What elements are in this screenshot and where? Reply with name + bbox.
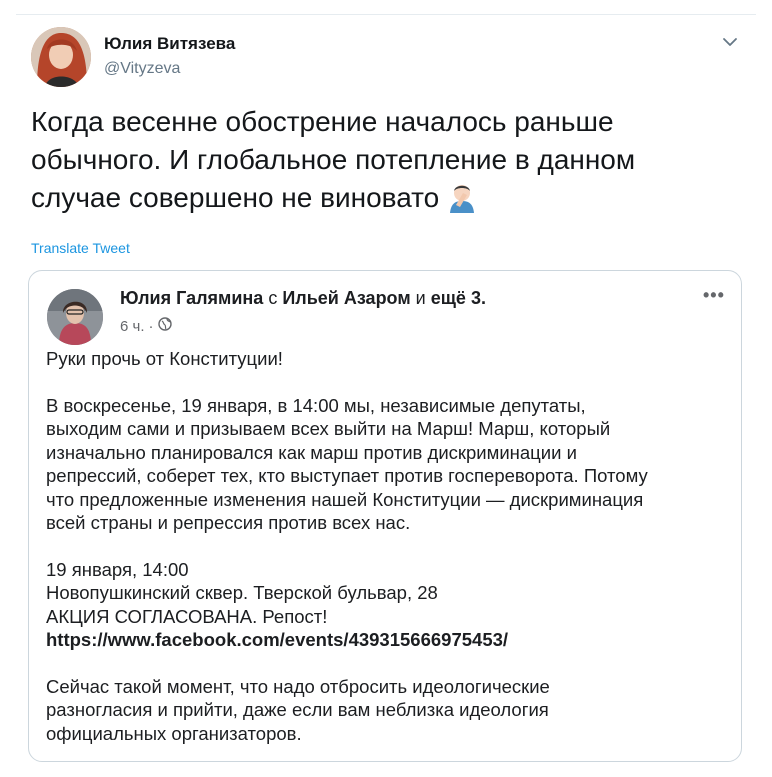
post-line: выходим сами и призываем всех выйти на М… (46, 418, 611, 439)
more-dots-icon[interactable]: ••• (703, 285, 725, 306)
post-author-name[interactable]: Юлия Галямина (120, 288, 263, 308)
post-line: Сейчас такой момент, что надо отбросить … (46, 675, 550, 697)
post-line: В воскресенье, 19 января, в 14:00 мы, не… (46, 394, 586, 416)
top-divider (16, 14, 756, 15)
post-line: разногласия и прийти, даже если вам небл… (46, 699, 549, 720)
post-paragraph-1: Руки прочь от Конституции! (46, 347, 726, 371)
author-handle[interactable]: @Vityzeva (104, 60, 180, 78)
tweet-text: Когда весенне обострение началось раньше… (31, 103, 731, 217)
tagged-others-label: ещё 3 (430, 288, 481, 308)
translate-tweet-link[interactable]: Translate Tweet (31, 240, 130, 256)
and-word: и (415, 288, 426, 308)
post-line: что предложенные изменения нашей Констит… (46, 488, 644, 510)
tagged-person[interactable]: Ильей Азаром (282, 288, 410, 308)
post-line: АКЦИЯ СОГЛАСОВАНА. Репост! (46, 605, 328, 627)
face-palm-emoji-icon (447, 181, 477, 213)
event-link[interactable]: https://www.facebook.com/events/43931566… (46, 629, 508, 650)
post-time[interactable]: 6 ч. (120, 318, 145, 335)
author-avatar[interactable] (31, 27, 91, 87)
post-line: Руки прочь от Конституции! (46, 348, 283, 369)
post-paragraph-2: В воскресенье, 19 января, в 14:00 мы, не… (46, 394, 726, 535)
post-paragraph-3: 19 января, 14:00 Новопушкинский сквер. Т… (46, 558, 726, 652)
post-line: репрессий, соберет тех, кто выступает пр… (46, 465, 648, 486)
chevron-down-icon[interactable] (719, 31, 741, 53)
post-line: всей страны и репрессия против всех нас. (46, 512, 411, 533)
author-name[interactable]: Юлия Витязева (104, 34, 235, 54)
with-word: с (268, 288, 278, 308)
tagged-others[interactable]: ещё 3. (431, 288, 486, 308)
globe-icon (157, 317, 172, 335)
post-body: Руки прочь от Конституции! В воскресенье… (46, 347, 726, 768)
meta-separator: · (148, 317, 154, 335)
post-header: Юлия Галямина с Ильей Азаром и ещё 3. (120, 288, 486, 309)
post-line: 19 января, 14:00 (46, 558, 189, 580)
tweet-text-content: Когда весенне обострение началось раньше… (31, 106, 636, 213)
post-line: Новопушкинский сквер. Тверской бульвар, … (46, 582, 438, 603)
post-paragraph-4: Сейчас такой момент, что надо отбросить … (46, 675, 726, 746)
post-author-avatar[interactable] (47, 289, 103, 345)
post-line: официальных организаторов. (46, 722, 302, 744)
embedded-facebook-post[interactable]: Юлия Галямина с Ильей Азаром и ещё 3. 6 … (28, 270, 742, 762)
post-line: изначально планировался как марш против … (46, 441, 577, 463)
post-meta: 6 ч. · (120, 317, 172, 335)
